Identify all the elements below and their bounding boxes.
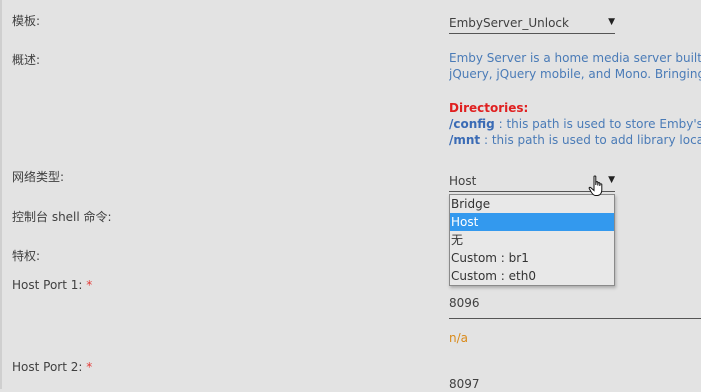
template-select[interactable]: EmbyServer_Unlock ▼ (449, 12, 615, 34)
host-port-1-value: 8096 (449, 296, 480, 310)
network-option-host[interactable]: Host (450, 213, 614, 231)
overview-text: Emby Server is a home media server built… (449, 50, 701, 148)
mnt-path: /mnt (449, 133, 481, 147)
template-label: 模板: (12, 14, 41, 28)
mnt-path-desc: : this path is used to add library locat (480, 133, 701, 147)
template-select-value: EmbyServer_Unlock (449, 16, 569, 30)
network-option-br1[interactable]: Custom : br1 (450, 249, 614, 267)
host-port-1-note: n/a (449, 331, 469, 345)
config-path-desc: : this path is used to store Emby's c (494, 117, 701, 131)
network-type-dropdown: Bridge Host 无 Custom : br1 Custom : eth0 (449, 194, 615, 286)
host-port-2-label: Host Port 2: * (12, 360, 93, 374)
console-shell-label: 控制台 shell 命令: (12, 210, 112, 224)
network-option-eth0[interactable]: Custom : eth0 (450, 267, 614, 285)
network-type-label: 网络类型: (12, 170, 65, 184)
network-type-value: Host (449, 174, 477, 188)
config-path: /config (449, 117, 495, 131)
chevron-down-icon: ▼ (608, 175, 615, 185)
host-port-2-input[interactable]: 8097 (449, 372, 701, 392)
mnt-path-line: /mnt : this path is used to add library … (449, 132, 701, 148)
directories-title: Directories: (449, 101, 529, 115)
overview-label: 概述: (12, 53, 41, 67)
privileged-label: 特权: (12, 249, 41, 263)
network-option-bridge[interactable]: Bridge (450, 195, 614, 213)
required-mark: * (86, 360, 93, 374)
host-port-1-label: Host Port 1: * (12, 278, 93, 292)
chevron-down-icon: ▼ (608, 17, 615, 27)
host-port-1-input[interactable]: 8096 (449, 290, 701, 319)
overview-line-1: Emby Server is a home media server built… (449, 51, 701, 65)
hand-pointer-icon (588, 175, 603, 196)
panel-left-border (0, 0, 2, 389)
network-option-none[interactable]: 无 (450, 231, 614, 249)
config-path-line: /config : this path is used to store Emb… (449, 116, 701, 132)
required-mark: * (86, 278, 93, 292)
overview-line-2: jQuery, jQuery mobile, and Mono. Bringin… (449, 67, 701, 81)
